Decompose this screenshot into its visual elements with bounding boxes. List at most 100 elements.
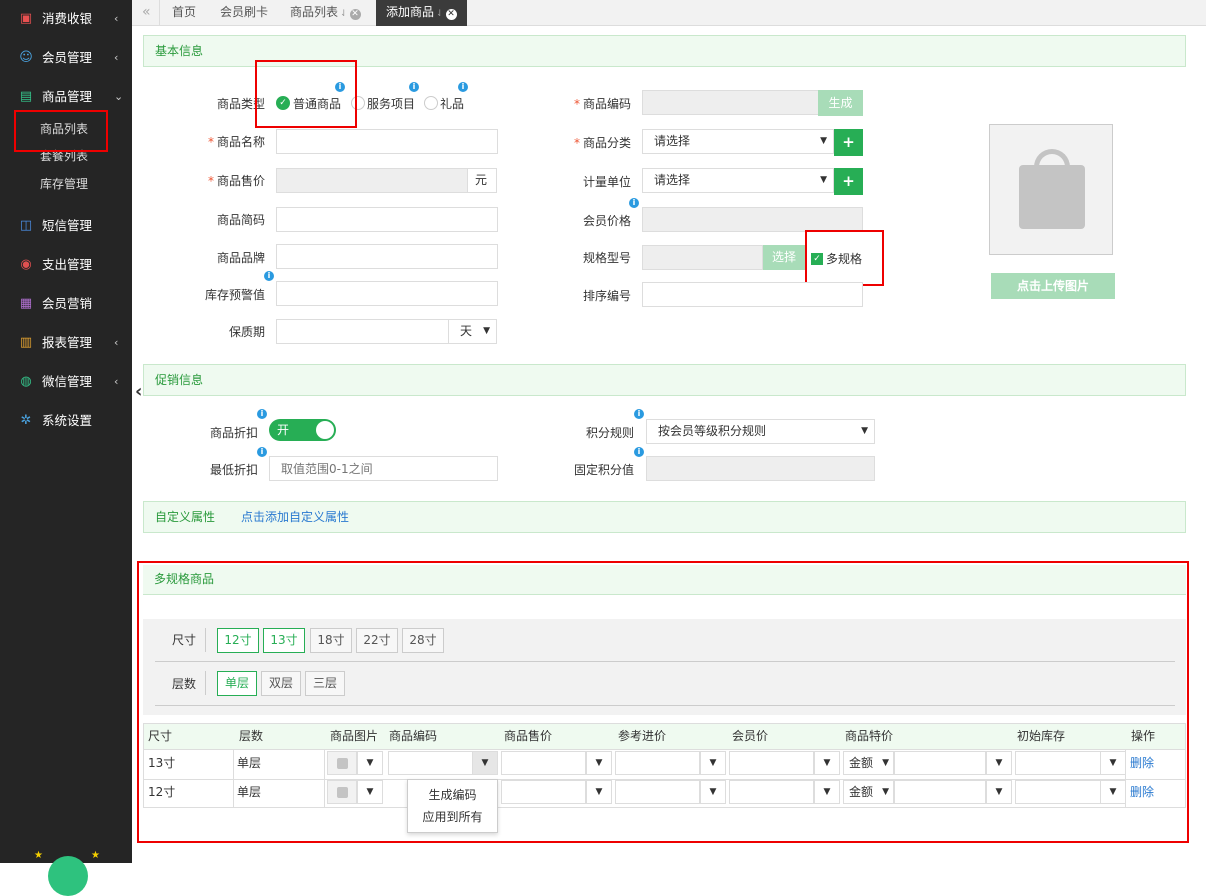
price-dropdown[interactable]: ▼ [586,751,612,775]
sidebar-subitem-packages[interactable]: 套餐列表 [40,148,88,164]
shelf-life-input[interactable] [276,319,449,344]
points-rule-select[interactable]: 按会员等级积分规则 ▼ [646,419,875,444]
sidebar-item-sms[interactable]: ◫ 短信管理 [0,207,132,245]
radio-gift[interactable] [424,96,438,110]
special-price-dropdown[interactable]: ▼ [986,780,1012,804]
close-icon[interactable]: ✕ [445,9,457,20]
cost-input[interactable] [615,751,700,775]
member-price-dropdown[interactable]: ▼ [814,780,840,804]
radio-service-item[interactable] [351,96,365,110]
sidebar-subitem-inventory[interactable]: 库存管理 [40,176,88,192]
sidebar-item-expense[interactable]: ◉ 支出管理 [0,246,132,284]
member-price-input[interactable] [729,751,814,775]
menu-item-apply-all[interactable]: 应用到所有 [408,808,497,826]
image-thumb[interactable] [327,751,357,775]
divider [205,671,206,695]
sidebar-item-members[interactable]: ☺ 会员管理 ‹ [0,39,132,77]
price-input[interactable] [501,751,586,775]
cost-input[interactable] [615,780,700,804]
sidebar-item-wechat[interactable]: ◍ 微信管理 ‹ [0,363,132,401]
tab-member-card[interactable]: 会员刷卡 [210,0,278,26]
col-header-member-price: 会员价 [732,729,769,743]
code-dropdown[interactable]: ▼ [472,751,498,775]
layer-chip-single[interactable]: 单层 [217,671,257,696]
star-icon: ★ [34,850,43,861]
image-thumb[interactable] [327,780,357,804]
member-price-input[interactable] [642,207,863,232]
stock-input[interactable] [1015,780,1101,804]
add-category-button[interactable]: + [834,129,863,156]
size-chip-13[interactable]: 13寸 [263,628,305,653]
spec-label: 规格型号 [582,251,631,265]
special-price-input[interactable] [894,780,986,804]
collapse-sidebar-icon[interactable]: ‹ [135,382,142,402]
delete-row-link[interactable]: 删除 [1130,779,1154,806]
sidebar-item-marketing[interactable]: ▦ 会员营销 [0,285,132,323]
stock-dropdown[interactable]: ▼ [1100,780,1126,804]
tab-add-goods[interactable]: 添加商品 ⇃ ✕ [376,0,467,26]
unit-select[interactable]: 请选择 ▼ [642,168,834,193]
price-input[interactable] [501,780,586,804]
info-icon: i [257,447,267,457]
sidebar-item-cashier[interactable]: ▣ 消费收银 ‹ [0,0,132,38]
delete-row-link[interactable]: 删除 [1130,750,1154,777]
radio-normal-goods[interactable]: ✓ [276,96,290,110]
sidebar-item-reports[interactable]: ▥ 报表管理 ‹ [0,324,132,362]
image-placeholder[interactable] [989,124,1113,255]
sidebar-item-goods[interactable]: ▤ 商品管理 ⌄ [0,78,132,116]
price-input[interactable] [276,168,468,193]
pin-icon[interactable]: ⇃ [340,9,348,19]
col-header-special-price: 商品特价 [845,729,894,743]
size-chip-28[interactable]: 28寸 [402,628,444,653]
discount-toggle[interactable]: 开 [269,419,336,441]
close-icon[interactable]: ✕ [349,9,361,20]
generate-code-button[interactable]: 生成 [818,90,863,116]
goods-code-input[interactable] [642,90,819,115]
size-chip-18[interactable]: 18寸 [310,628,352,653]
sidebar-subitem-goods-list[interactable]: 商品列表 [40,121,88,137]
menu-item-generate-code[interactable]: 生成编码 [408,786,497,804]
sidebar-item-settings[interactable]: ✲ 系统设置 [0,402,132,440]
special-price-dropdown[interactable]: ▼ [986,751,1012,775]
brand-input[interactable] [276,244,498,269]
member-price-dropdown[interactable]: ▼ [814,751,840,775]
code-input[interactable] [388,751,473,775]
multi-spec-checkbox[interactable]: ✓ [811,253,823,265]
tab-goods-list[interactable]: 商品列表 ⇃ ✕ [280,0,371,26]
spec-select-button[interactable]: 选择 [763,245,805,270]
layer-chip-double[interactable]: 双层 [261,671,301,696]
stock-input[interactable] [1015,751,1101,775]
divider [155,661,1175,662]
tab-bar: « 首页 会员刷卡 商品列表 ⇃ ✕ 添加商品 ⇃ ✕ [132,0,1206,26]
special-type-select[interactable]: 金额 ▼ [843,751,894,775]
size-chip-22[interactable]: 22寸 [356,628,398,653]
fixed-points-input[interactable] [646,456,875,481]
shelf-unit-select[interactable]: 天 ▼ [448,319,497,344]
cost-dropdown[interactable]: ▼ [700,780,726,804]
layer-chip-triple[interactable]: 三层 [305,671,345,696]
pin-icon[interactable]: ⇃ [436,9,444,19]
stock-warning-input[interactable] [276,281,498,306]
member-price-input[interactable] [729,780,814,804]
min-discount-input[interactable] [269,456,498,481]
category-select[interactable]: 请选择 ▼ [642,129,834,154]
spec-input[interactable] [642,245,763,270]
sort-number-input[interactable] [642,282,863,307]
image-dropdown[interactable]: ▼ [357,780,383,804]
image-dropdown[interactable]: ▼ [357,751,383,775]
add-custom-attr-link[interactable]: 点击添加自定义属性 [241,502,349,532]
special-type-select[interactable]: 金额 ▼ [843,780,894,804]
goods-name-input[interactable] [276,129,498,154]
upload-image-button[interactable]: 点击上传图片 [991,273,1115,299]
size-chip-12[interactable]: 12寸 [217,628,259,653]
price-dropdown[interactable]: ▼ [586,780,612,804]
stock-dropdown[interactable]: ▼ [1100,751,1126,775]
add-unit-button[interactable]: + [834,168,863,195]
sidebar: ▣ 消费收银 ‹ ☺ 会员管理 ‹ ▤ 商品管理 ⌄ 商品列表 套餐列表 库存管… [0,0,132,896]
toggle-label: 开 [277,423,290,437]
tab-scroll-left-button[interactable]: « [132,0,160,26]
cost-dropdown[interactable]: ▼ [700,751,726,775]
short-code-input[interactable] [276,207,498,232]
special-price-input[interactable] [894,751,986,775]
tab-home[interactable]: 首页 [162,0,206,26]
